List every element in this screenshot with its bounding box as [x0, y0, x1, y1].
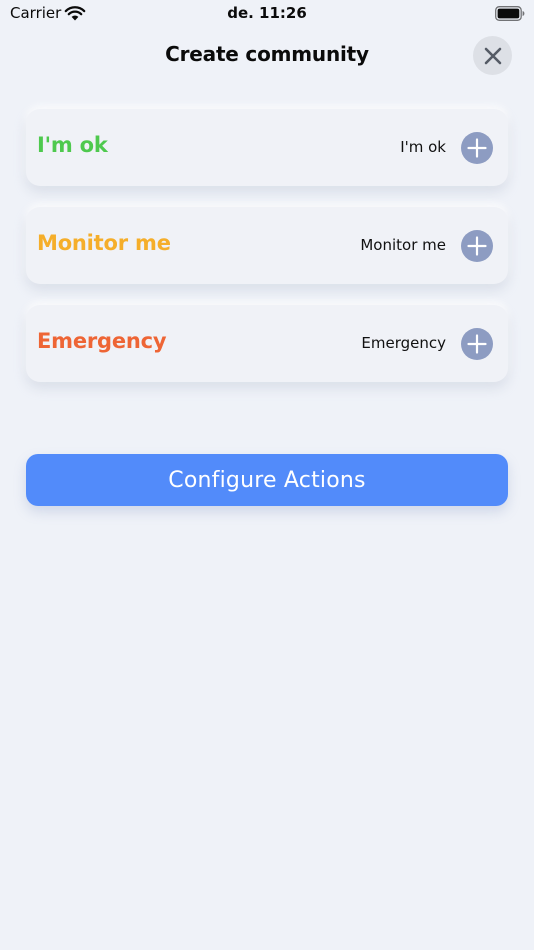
- battery-icon: [495, 6, 525, 21]
- plus-icon: [467, 236, 487, 256]
- card-value: Emergency: [361, 334, 446, 352]
- close-icon: [484, 47, 501, 64]
- add-button[interactable]: [461, 230, 493, 262]
- plus-icon: [467, 334, 487, 354]
- close-button[interactable]: [473, 36, 512, 75]
- status-time: de. 11:26: [227, 4, 307, 22]
- card-value: Monitor me: [360, 236, 446, 254]
- card-label: Emergency: [37, 329, 167, 353]
- page-title: Create community: [165, 42, 369, 66]
- status-bar: Carrier de. 11:26: [0, 0, 534, 28]
- add-button[interactable]: [461, 328, 493, 360]
- status-card-emergency[interactable]: Emergency Emergency: [26, 305, 508, 382]
- plus-icon: [467, 138, 487, 158]
- header: Create community: [0, 36, 534, 76]
- add-button[interactable]: [461, 132, 493, 164]
- configure-actions-button[interactable]: Configure Actions: [26, 454, 508, 506]
- status-card-monitor[interactable]: Monitor me Monitor me: [26, 207, 508, 284]
- card-value: I'm ok: [400, 138, 446, 156]
- status-card-ok[interactable]: I'm ok I'm ok: [26, 109, 508, 186]
- card-label: I'm ok: [37, 133, 108, 157]
- card-label: Monitor me: [37, 231, 171, 255]
